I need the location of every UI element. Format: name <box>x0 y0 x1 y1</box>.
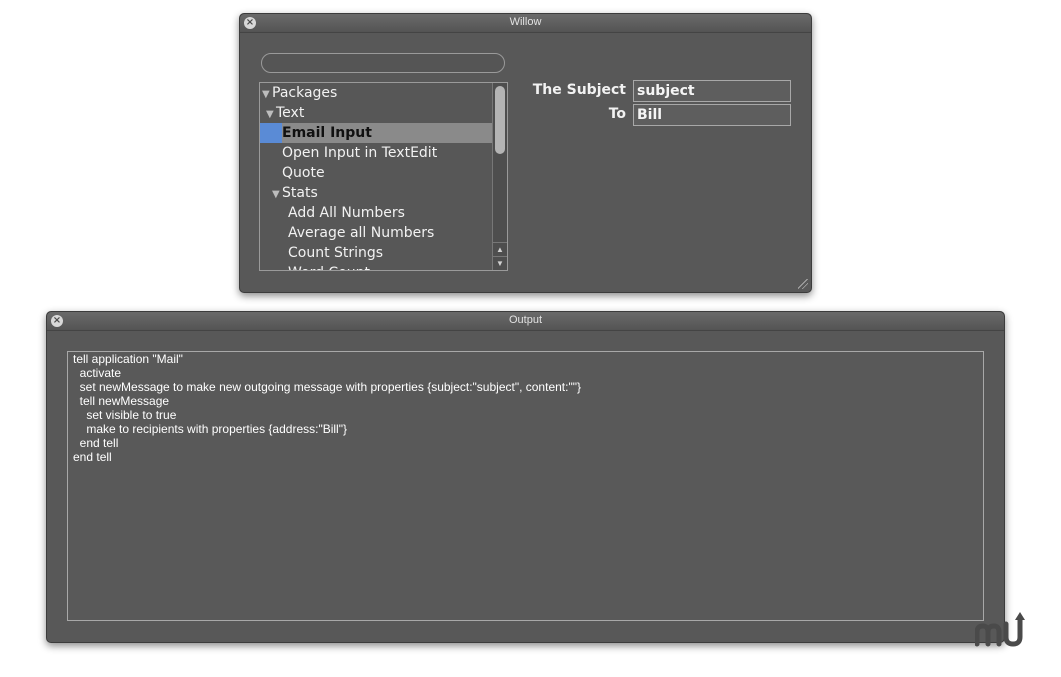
window-title: Willow <box>509 16 542 28</box>
disclosure-triangle-icon[interactable]: ▼ <box>266 105 276 125</box>
subject-field[interactable]: subject <box>633 80 791 102</box>
tree-scrollbar[interactable]: ▲ ▼ <box>492 83 507 270</box>
tree-item-packages[interactable]: ▼ Packages <box>260 83 494 103</box>
disclosure-triangle-icon[interactable]: ▼ <box>272 185 282 205</box>
tree-item-average-all-numbers[interactable]: Average all Numbers <box>260 223 494 243</box>
tree-item-text[interactable]: ▼ Text <box>260 103 494 123</box>
macupdate-logo <box>974 610 1031 650</box>
arrow-down-icon[interactable]: ▼ <box>493 256 507 270</box>
resize-grip-icon[interactable] <box>798 279 808 289</box>
willow-titlebar[interactable]: × Willow <box>240 14 811 33</box>
search-input[interactable] <box>261 53 505 73</box>
scrollbar-thumb[interactable] <box>495 86 505 154</box>
willow-window: × Willow ▼ Packages ▼ Text Email Input Ope… <box>239 13 812 293</box>
tree-item-stats[interactable]: ▼ Stats <box>260 183 494 203</box>
to-label: To <box>608 106 626 122</box>
tree-item-quote[interactable]: Quote <box>260 163 494 183</box>
tree-item-open-input[interactable]: Open Input in TextEdit <box>260 143 494 163</box>
window-title: Output <box>508 314 543 326</box>
to-field[interactable]: Bill <box>633 104 791 126</box>
output-script-text: tell application "Mail" activate set new… <box>73 352 581 464</box>
tree-item-word-count[interactable]: Word Count <box>260 263 494 270</box>
tree-item-add-all-numbers[interactable]: Add All Numbers <box>260 203 494 223</box>
package-tree[interactable]: ▼ Packages ▼ Text Email Input Open Input i… <box>259 82 508 271</box>
output-text-area[interactable]: tell application "Mail" activate set new… <box>67 351 984 621</box>
output-window: × Output tell application "Mail" activat… <box>46 311 1005 643</box>
tree-item-email-input[interactable]: Email Input <box>260 123 494 143</box>
arrow-up-icon[interactable]: ▲ <box>493 242 507 256</box>
tree-item-count-strings[interactable]: Count Strings <box>260 243 494 263</box>
disclosure-triangle-icon[interactable]: ▼ <box>262 85 272 105</box>
subject-label: The Subject <box>532 82 626 98</box>
output-titlebar[interactable]: × Output <box>47 312 1004 331</box>
